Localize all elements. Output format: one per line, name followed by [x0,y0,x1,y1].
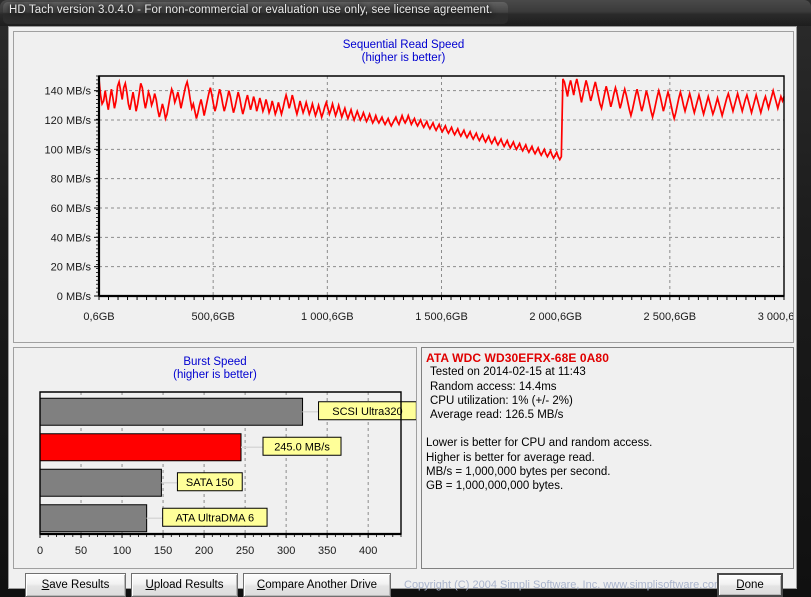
copyright-text: Copyright (C) 2004 Simpli Software, Inc.… [404,579,724,591]
cpu-utilization-line: CPU utilization: 1% (+/- 2%) [430,394,573,407]
burst-xtick-label: 250 [236,545,254,557]
random-access-line: Random access: 14.4ms [430,380,557,393]
compare-another-drive-button[interactable]: Compare Another Drive [243,573,391,597]
sequential-xtick-label: 1 500,6GB [415,311,468,323]
burst-xtick-label: 100 [113,545,131,557]
burst-speed-panel: Burst Speed (higher is better) 0 50 100 150… [13,347,417,569]
sequential-xtick-label: 1 000,6GB [301,311,354,323]
client-area: Sequential Read Speed (higher is better)… [8,26,798,597]
sequential-ytick-label: 120 MB/s [45,115,92,127]
burst-xtick-label: 200 [195,545,213,557]
burst-bar-2 [39,468,162,497]
sequential-ytick-label: 80 MB/s [51,174,92,186]
sequential-ytick-label: 0 MB/s [57,291,92,303]
upload-button-label: pload Results [153,579,224,591]
done-button-label: one [744,579,764,591]
sequential-chart-title: Sequential Read Speed (higher is better) [14,39,793,65]
sequential-subtitle-line: (higher is better) [361,52,446,64]
burst-callout-label-1: 245.0 MB/s [274,441,330,453]
done-button[interactable]: Done [717,573,783,597]
sequential-ytick-label: 60 MB/s [51,203,92,215]
drive-info-panel: ATA WDC WD30EFRX-68E 0A80 Tested on 2014… [421,347,794,569]
drive-info-text: ATA WDC WD30EFRX-68E 0A80 Tested on 2014… [426,351,790,565]
average-read-line: Average read: 126.5 MB/s [430,409,564,422]
burst-xtick-label: 400 [359,545,377,557]
sequential-ytick-label: 140 MB/s [45,86,92,98]
burst-xtick-label: 300 [277,545,295,557]
sequential-ytick-label: 20 MB/s [51,262,92,274]
compare-button-label: ompare Another Drive [265,579,378,591]
note-higher-better: Higher is better for average read. [426,451,595,464]
sequential-ytick-label: 40 MB/s [51,232,92,244]
note-lower-better: Lower is better for CPU and random acces… [426,437,653,450]
drive-model-name: ATA WDC WD30EFRX-68E 0A80 [426,351,609,365]
hd-tach-window: HD Tach version 3.0.4.0 - For non-commer… [0,0,811,597]
burst-xtick-label: 0 [37,545,43,557]
burst-xtick-label: 150 [154,545,172,557]
burst-subtitle-line: (higher is better) [173,369,257,381]
note-mbs-definition: MB/s = 1,000,000 bytes per second. [426,466,611,479]
upload-results-button[interactable]: Upload Results [131,573,238,597]
sequential-ytick-label: 100 MB/s [45,144,92,156]
sequential-read-panel: Sequential Read Speed (higher is better)… [13,31,794,343]
test-date-line: Tested on 2014-02-15 at 11:43 [430,366,586,379]
sequential-xtick-label: 3 000,6GB [758,311,793,323]
burst-chart-title: Burst Speed (higher is better) [14,356,416,382]
burst-callout-label-0: SCSI Ultra320 [332,406,402,418]
burst-speed-chart: 0 50 100 150 200 250 300 350 400 SCSI Ultra320 245… [37,391,416,557]
sequential-read-chart: 0 MB/s 20 MB/s 40 MB/s 60 MB/s 80 MB/s 100 MB… [45,75,793,323]
upload-accel-letter: U [145,579,154,591]
burst-xtick-label: 350 [318,545,336,557]
done-accel-letter: D [736,579,745,591]
sequential-xtick-label: 0,6GB [83,311,114,323]
button-bar: Save Results Upload Results Compare Anot… [9,573,798,597]
sequential-xtick-label: 500,6GB [191,311,234,323]
burst-bar-0 [39,397,304,426]
burst-bar-3 [39,504,148,533]
burst-xtick-label: 50 [75,545,87,557]
burst-bar-1 [39,433,242,462]
burst-callout-label-3: ATA UltraDMA 6 [176,512,254,524]
sequential-title-line: Sequential Read Speed [342,39,465,51]
sequential-xtick-label: 2 500,6GB [644,311,697,323]
sequential-xtick-label: 2 000,6GB [529,311,582,323]
note-gb-definition: GB = 1,000,000,000 bytes. [426,480,564,493]
save-button-label: ave Results [49,579,110,591]
save-results-button[interactable]: Save Results [25,573,126,597]
compare-accel-letter: C [256,579,266,591]
burst-callout-label-2: SATA 150 [186,477,234,489]
window-title: HD Tach version 3.0.4.0 - For non-commer… [9,4,493,16]
title-bar[interactable]: HD Tach version 3.0.4.0 - For non-commer… [0,0,811,26]
burst-title-line: Burst Speed [183,356,247,368]
